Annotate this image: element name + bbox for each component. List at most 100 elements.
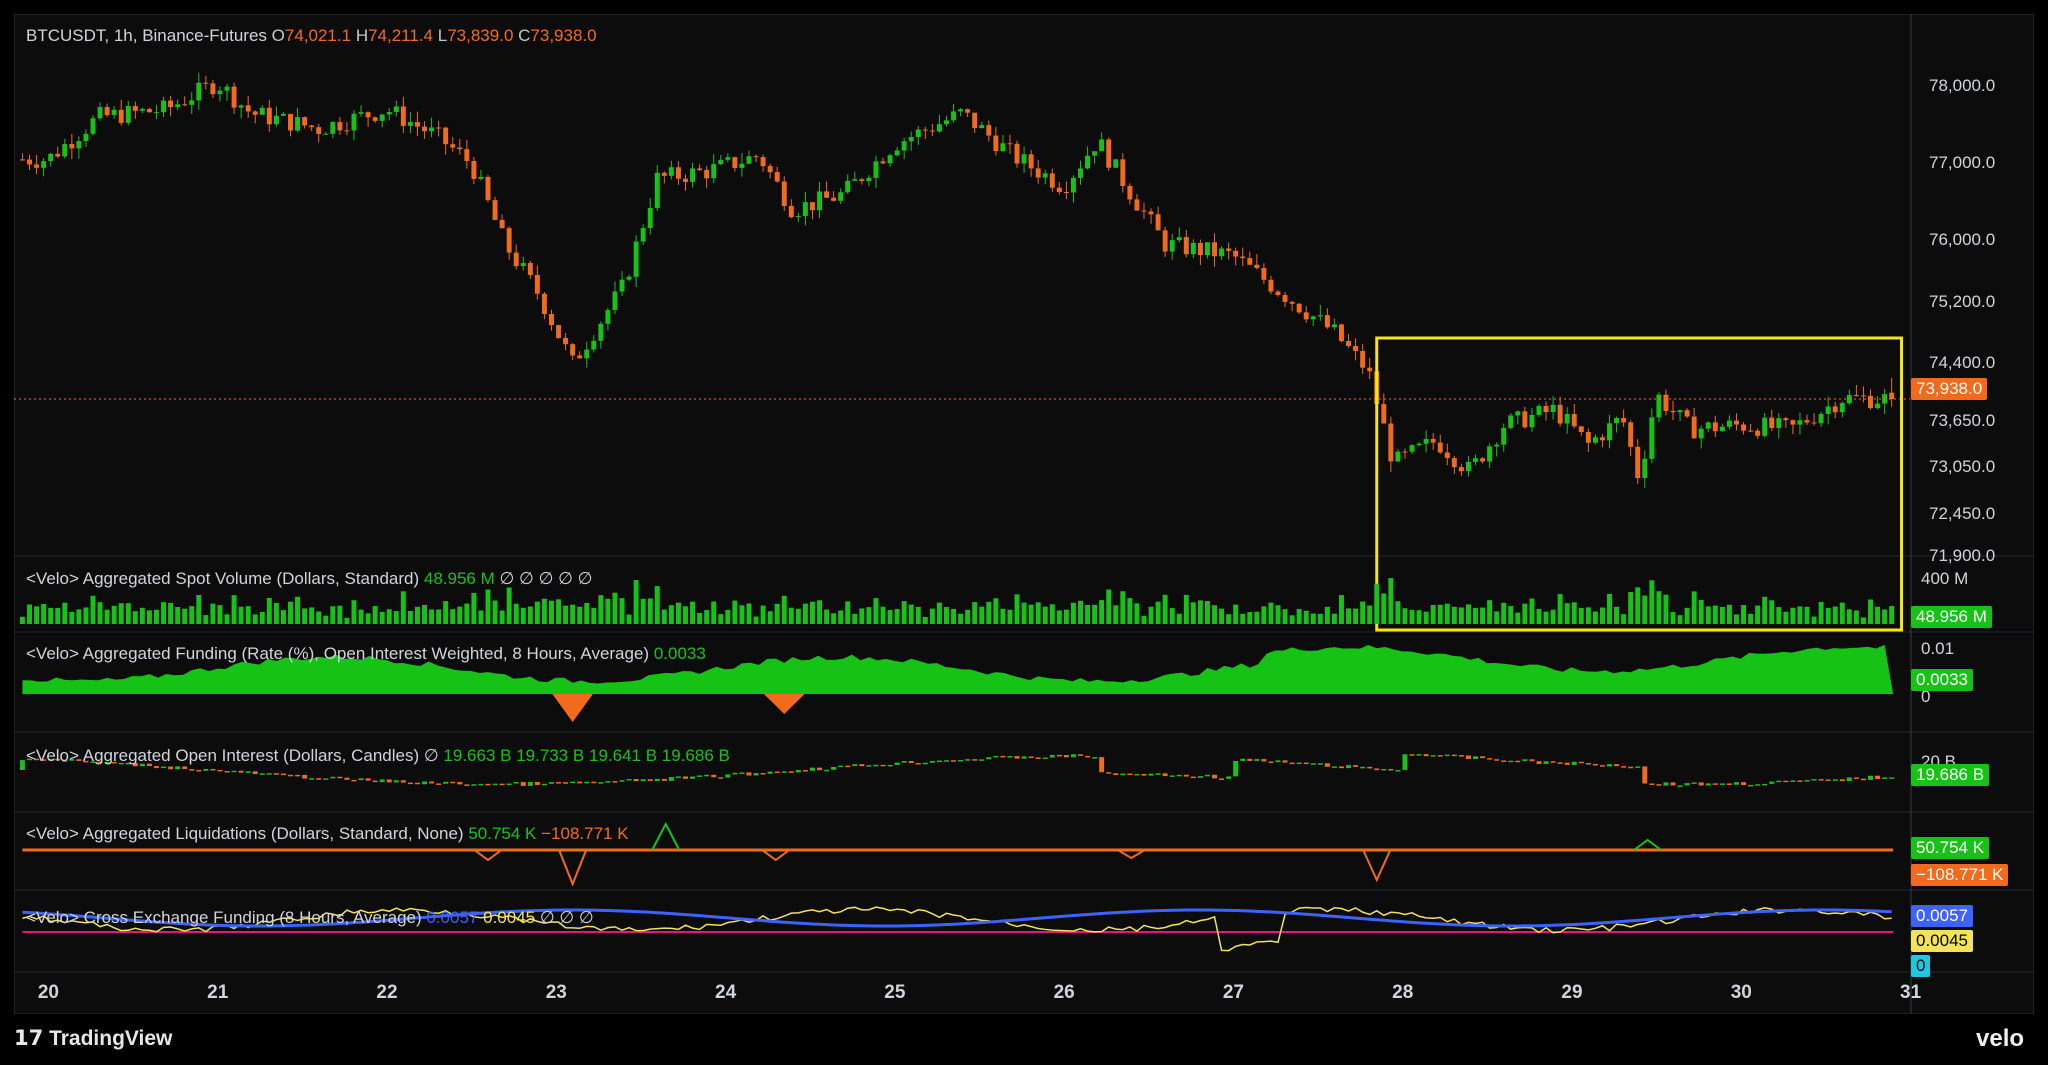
candle-body (407, 122, 413, 126)
volume-bar (351, 600, 357, 624)
oi-candle (944, 760, 949, 762)
low-label: L (437, 26, 448, 45)
candle-body (520, 263, 526, 267)
candle-body (1183, 237, 1189, 255)
candle-body (365, 112, 371, 118)
oi-candle (1049, 754, 1055, 758)
oi-candle (577, 781, 583, 784)
oi-candle (549, 782, 554, 784)
volume-bar (125, 603, 131, 624)
oi-candle (429, 781, 435, 784)
volume-bar (1550, 609, 1556, 624)
candle-body (619, 279, 625, 292)
oi-candle (1684, 783, 1690, 786)
oi-candle (1388, 768, 1394, 771)
volume-bar (598, 595, 604, 624)
volume-bar (1698, 599, 1704, 624)
volume-bar (1303, 610, 1309, 624)
volume-bar (802, 603, 808, 624)
volume-bar (1839, 602, 1845, 624)
candle-body (1367, 367, 1373, 372)
oi-candle (316, 778, 322, 780)
oi-candle (1698, 782, 1704, 786)
candle-body (1141, 210, 1147, 212)
oi-candle (1007, 756, 1013, 758)
oi-candle (252, 771, 258, 775)
candle-body (41, 161, 47, 168)
volume-bar (605, 598, 611, 624)
candle-body (915, 129, 921, 138)
price-tick-label: 72,450.0 (1929, 503, 1996, 523)
spot-volume-legend: <Velo> Aggregated Spot Volume (Dollars, … (26, 569, 592, 589)
oi-candle (527, 781, 533, 786)
oi-candle (908, 761, 914, 764)
oi-candle (1465, 755, 1471, 760)
oi-candle (217, 769, 223, 772)
low-value: 73,839.0 (447, 26, 514, 45)
candle-body (549, 314, 554, 326)
candle-body (492, 200, 498, 220)
liq-legend: <Velo> Aggregated Liquidations (Dollars,… (26, 824, 629, 844)
candle-body (1818, 413, 1824, 424)
candle-body (788, 205, 794, 218)
candle-body (210, 83, 216, 95)
volume-bar (647, 598, 653, 624)
candle-body (894, 150, 900, 156)
volume-bar (1042, 606, 1048, 624)
candle-body (697, 168, 703, 171)
candle-body (154, 112, 159, 114)
volume-bar (1092, 604, 1098, 624)
oi-candle (203, 768, 209, 771)
volume-bar (1748, 613, 1754, 624)
volume-bar (154, 609, 159, 624)
funding-negative (763, 694, 805, 714)
oi-candle (1092, 757, 1098, 759)
volume-bar (1367, 605, 1373, 624)
spot-volume-nulls: ∅ ∅ ∅ ∅ ∅ (499, 569, 593, 588)
volume-bar (1085, 604, 1091, 624)
oi-candle (393, 780, 399, 783)
candle-body (189, 100, 195, 105)
oi-candle (1409, 754, 1415, 756)
oi-candle (295, 774, 301, 777)
volume-bar (295, 596, 301, 624)
oi-candle (168, 766, 174, 770)
oi-candle (1839, 779, 1845, 782)
volume-bar (464, 603, 470, 624)
volume-bar (668, 605, 674, 624)
oi-candle (795, 770, 801, 773)
spot-volume-value: 48.956 M (423, 569, 495, 588)
oi-candle (831, 766, 837, 770)
chart-canvas[interactable] (0, 0, 2048, 1065)
volume-bar (1028, 604, 1034, 624)
oi-candle (965, 759, 971, 761)
candle-body (436, 127, 442, 129)
candle-body (1148, 211, 1154, 215)
oi-candle (1070, 754, 1076, 758)
oi-candle (1550, 761, 1556, 763)
volume-bar (1543, 611, 1549, 624)
candle-body (1014, 143, 1020, 164)
volume-bar (436, 609, 442, 624)
candle-body (767, 166, 773, 173)
oi-candle (1564, 762, 1570, 765)
oi-candle (1197, 776, 1203, 778)
oi-candle (774, 771, 780, 774)
candle-body (1762, 417, 1768, 436)
volume-bar (1882, 609, 1888, 624)
oi-candle (520, 782, 526, 786)
volume-bar (266, 597, 272, 624)
liquidation-spike-short (1362, 849, 1392, 883)
oi-candle (541, 783, 547, 786)
volume-bar (1148, 606, 1154, 624)
oi-candle (570, 781, 576, 784)
candle-body (1113, 159, 1119, 168)
candle-body (1790, 420, 1796, 425)
tradingview-logo[interactable]: 𝟭𝟳 TradingView (14, 1026, 172, 1051)
candle-body (1042, 173, 1048, 178)
volume-bar (1853, 610, 1859, 624)
candle-body (1670, 410, 1676, 413)
candle-body (125, 105, 131, 123)
volume-bar (1719, 606, 1725, 624)
oi-candle (817, 767, 822, 771)
